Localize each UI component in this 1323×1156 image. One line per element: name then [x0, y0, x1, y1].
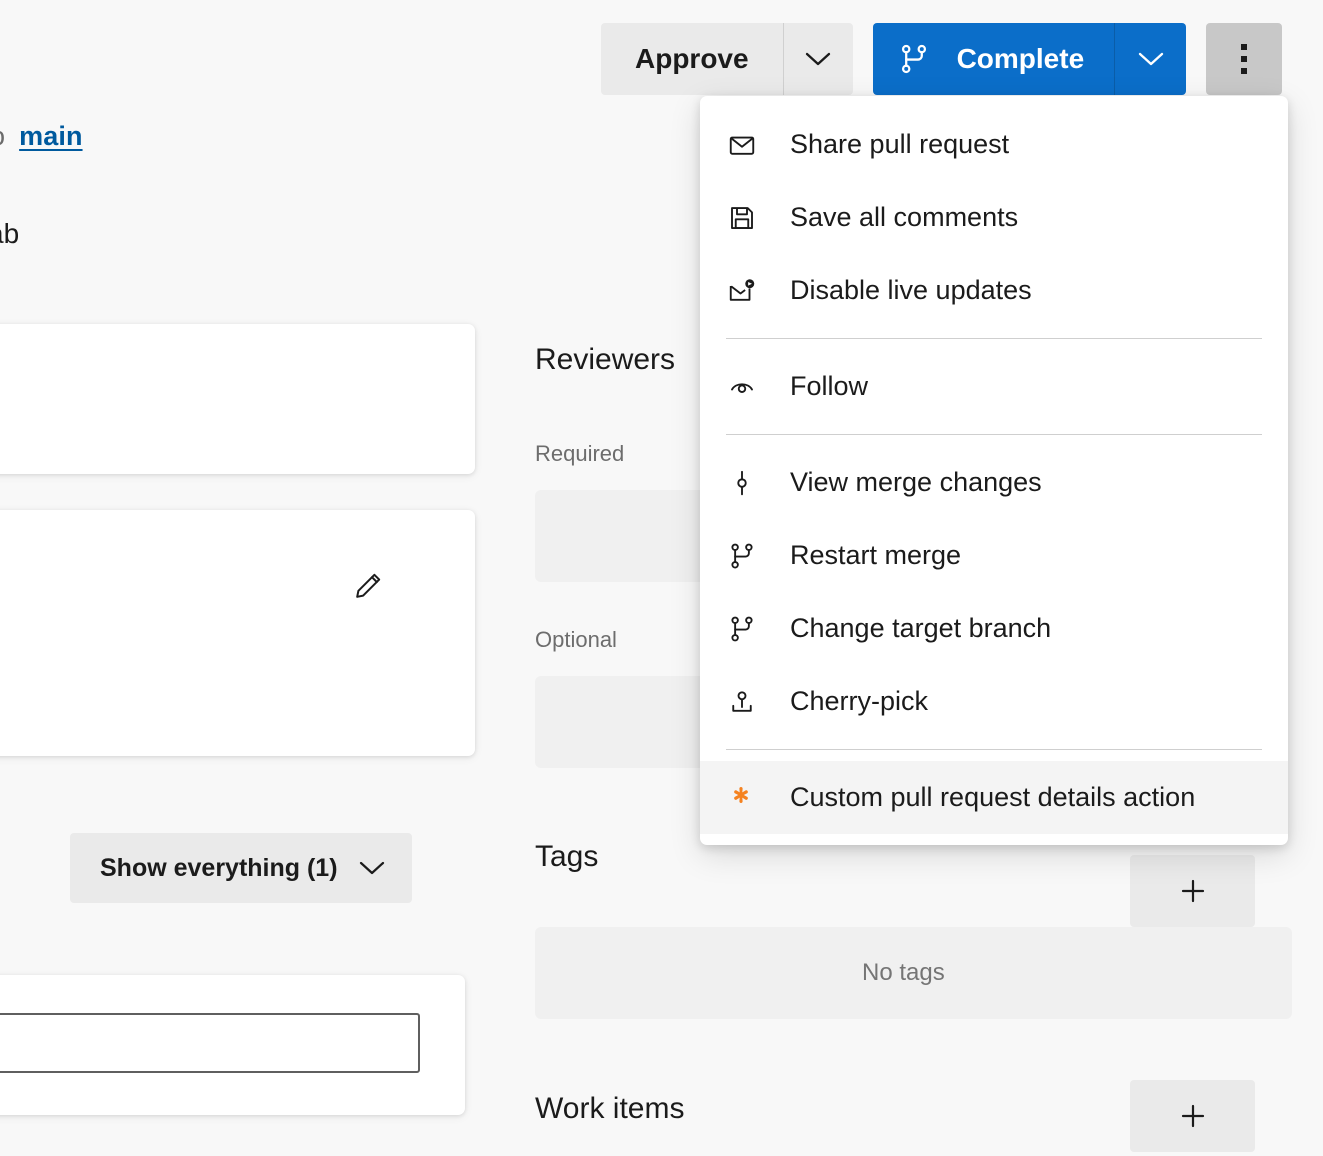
pencil-icon[interactable] — [352, 570, 384, 602]
plus-icon — [1178, 1101, 1208, 1131]
eye-icon — [727, 372, 769, 402]
show-everything-filter-button[interactable]: Show everything (1) — [70, 833, 412, 903]
required-reviewers-label: Required — [535, 441, 624, 467]
work-items-heading: Work items — [535, 1092, 684, 1126]
menu-item-label: Disable live updates — [790, 275, 1032, 306]
mail-icon — [727, 130, 769, 160]
pull-request-page: omain ab Show everything (1) Reviewers R… — [0, 0, 1323, 1156]
chevron-down-icon — [1136, 49, 1166, 69]
menu-item-label: Follow — [790, 371, 868, 402]
menu-separator — [726, 338, 1262, 339]
pr-command-bar: Approve — [601, 23, 1282, 95]
show-everything-label: Show everything (1) — [100, 854, 338, 883]
add-tag-button[interactable] — [1130, 855, 1255, 927]
target-branch-link[interactable]: main — [19, 121, 82, 151]
menu-item-save-all-comments[interactable]: Save all comments — [700, 181, 1288, 254]
menu-item-custom-pull-request-details-action[interactable]: Custom pull request details action — [700, 761, 1288, 834]
branch-merge-icon — [897, 42, 931, 76]
chevron-down-icon — [803, 49, 833, 69]
plus-icon — [1178, 876, 1208, 906]
cherry-pick-icon — [727, 687, 769, 717]
menu-item-label: View merge changes — [790, 467, 1042, 498]
save-icon — [727, 203, 769, 233]
comment-input[interactable] — [0, 1013, 420, 1073]
pr-description-card — [0, 324, 475, 474]
menu-item-cherry-pick[interactable]: Cherry-pick — [700, 665, 1288, 738]
menu-item-label: Share pull request — [790, 129, 1009, 160]
tags-heading: Tags — [535, 840, 598, 874]
menu-item-view-merge-changes[interactable]: View merge changes — [700, 446, 1288, 519]
optional-reviewers-label: Optional — [535, 627, 617, 653]
complete-button-label: Complete — [957, 43, 1085, 75]
asterisk-icon — [727, 784, 769, 812]
no-tags-text: No tags — [862, 959, 945, 987]
menu-item-share-pull-request[interactable]: Share pull request — [700, 108, 1288, 181]
complete-button[interactable]: Complete — [873, 23, 1115, 95]
menu-item-label: Restart merge — [790, 540, 961, 571]
page-tab-label: ab — [0, 218, 19, 250]
menu-item-restart-merge[interactable]: Restart merge — [700, 519, 1288, 592]
menu-item-label: Custom pull request details action — [790, 782, 1195, 813]
complete-dropdown-button[interactable] — [1114, 23, 1186, 95]
approve-split-button: Approve — [601, 23, 853, 95]
branch-merge-icon — [727, 541, 769, 571]
chevron-down-icon — [358, 859, 386, 877]
pr-detail-card — [0, 510, 475, 756]
merge-target-line: omain — [0, 121, 83, 152]
menu-item-label: Change target branch — [790, 613, 1051, 644]
complete-split-button: Complete — [873, 23, 1187, 95]
approve-dropdown-button[interactable] — [783, 23, 853, 95]
more-actions-button[interactable] — [1206, 23, 1282, 95]
menu-item-label: Cherry-pick — [790, 686, 928, 717]
commit-icon — [727, 468, 769, 498]
merge-target-prefix: o — [0, 121, 5, 151]
menu-separator — [726, 749, 1262, 750]
menu-separator — [726, 434, 1262, 435]
add-work-item-button[interactable] — [1130, 1080, 1255, 1152]
approve-button[interactable]: Approve — [601, 23, 783, 95]
mail-pause-icon — [727, 276, 769, 306]
menu-item-label: Save all comments — [790, 202, 1018, 233]
branch-merge-icon — [727, 614, 769, 644]
menu-item-follow[interactable]: Follow — [700, 350, 1288, 423]
pr-more-actions-menu: Share pull request Save all comments — [700, 96, 1288, 845]
reviewers-heading: Reviewers — [535, 343, 675, 377]
menu-item-change-target-branch[interactable]: Change target branch — [700, 592, 1288, 665]
menu-item-disable-live-updates[interactable]: Disable live updates — [700, 254, 1288, 327]
more-vertical-icon — [1241, 44, 1247, 74]
